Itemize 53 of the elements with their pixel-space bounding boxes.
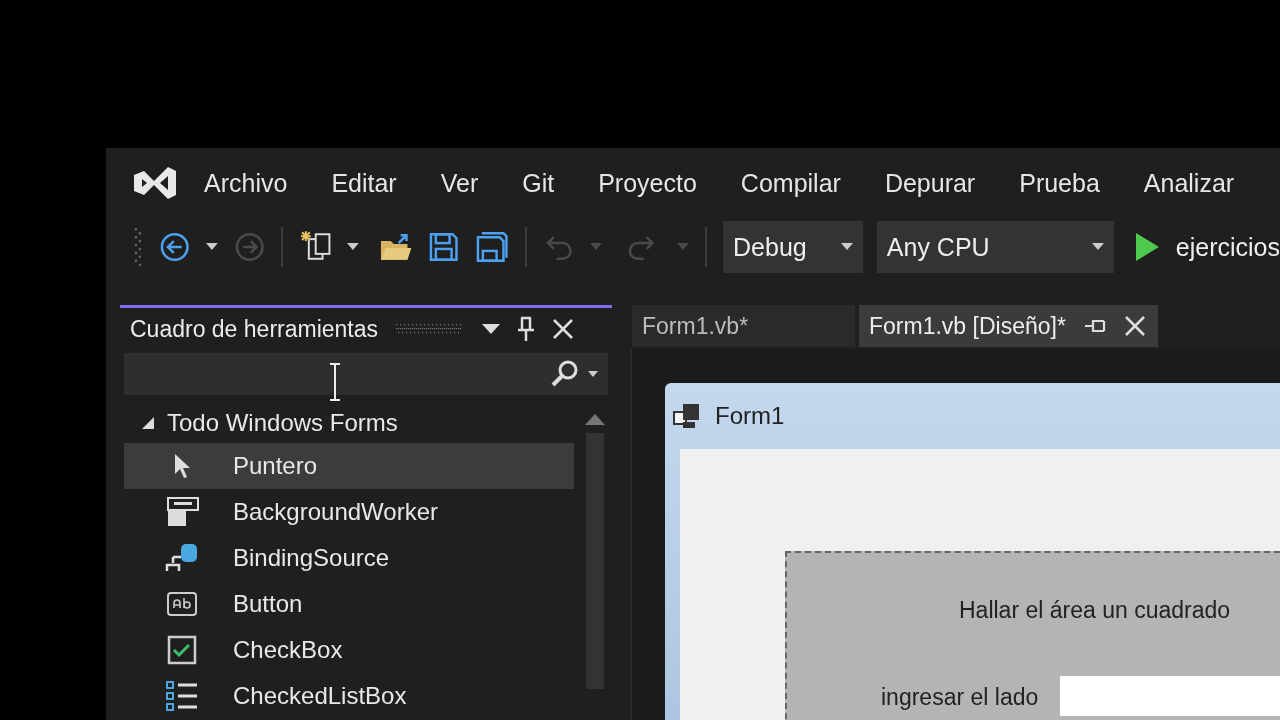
pin-icon[interactable] (516, 316, 537, 342)
menu-item[interactable]: Proyecto (598, 168, 697, 198)
form-label[interactable]: ingresar el lado (881, 684, 1039, 711)
dropdown-caret-icon[interactable] (482, 323, 501, 335)
checklist-icon (165, 681, 198, 711)
open-folder-icon[interactable] (378, 231, 412, 263)
form-title: Form1 (715, 402, 785, 430)
toolbox-item[interactable]: Button (124, 581, 574, 627)
menu-item[interactable]: Depurar (884, 168, 976, 198)
back-icon[interactable] (158, 231, 191, 263)
save-icon[interactable] (427, 231, 460, 263)
menu-item[interactable]: Editar (331, 168, 397, 198)
scroll-up-icon[interactable] (585, 413, 605, 425)
menu-item[interactable]: Prueba (1019, 168, 1100, 198)
caret-icon (1091, 243, 1104, 251)
checkbox-icon (166, 635, 197, 665)
form-window[interactable]: Form1 Hallar el área un cuadrado ingresar el lado (665, 383, 1280, 720)
menu-item[interactable]: Analizar (1143, 168, 1235, 198)
caret-icon[interactable] (346, 243, 359, 251)
toolbox-item[interactable]: CheckBox (124, 627, 574, 673)
toolbox-item[interactable]: Puntero (124, 443, 574, 489)
caret-icon (840, 243, 853, 251)
toolbox-item[interactable]: BindingSource (124, 535, 574, 581)
close-icon[interactable] (1123, 315, 1146, 337)
toolbox-item[interactable]: BackgroundWorker (124, 489, 574, 535)
pin-icon[interactable] (1083, 317, 1106, 335)
menu-item[interactable]: Ver (440, 168, 479, 198)
platform-dropdown[interactable]: Any CPU (876, 221, 1114, 273)
menu-item[interactable]: Archivo (204, 168, 288, 198)
document-tab[interactable]: Form1.vb* (632, 305, 855, 347)
configuration-dropdown[interactable]: Debug (723, 221, 863, 273)
panel-title: Cuadro de herramientas (130, 315, 379, 343)
expand-icon (141, 416, 155, 430)
text-cursor-icon (328, 363, 342, 401)
close-icon[interactable] (552, 318, 575, 340)
menu-item[interactable]: Compilar (740, 168, 841, 198)
menu-item[interactable]: Git (522, 168, 555, 198)
caret-icon[interactable] (588, 370, 598, 378)
save-all-icon[interactable] (475, 231, 509, 263)
play-icon (1133, 232, 1160, 262)
database-icon (164, 543, 199, 573)
form-label[interactable]: Hallar el área un cuadrado (959, 597, 1280, 624)
document-tab[interactable]: Form1.vb [Diseño]* (859, 305, 1158, 347)
grip-icon (396, 323, 463, 335)
toolbox-item[interactable]: CheckedListBox (124, 673, 574, 719)
button-icon (165, 591, 198, 617)
component-icon (164, 497, 199, 527)
caret-icon[interactable] (206, 243, 218, 251)
form-panel[interactable]: Hallar el área un cuadrado ingresar el lado (785, 551, 1280, 720)
search-icon[interactable] (550, 359, 580, 389)
tree-group[interactable]: Todo Windows Forms (124, 403, 574, 443)
grip-icon (133, 227, 143, 267)
start-button[interactable]: ejercicios (1133, 232, 1280, 262)
